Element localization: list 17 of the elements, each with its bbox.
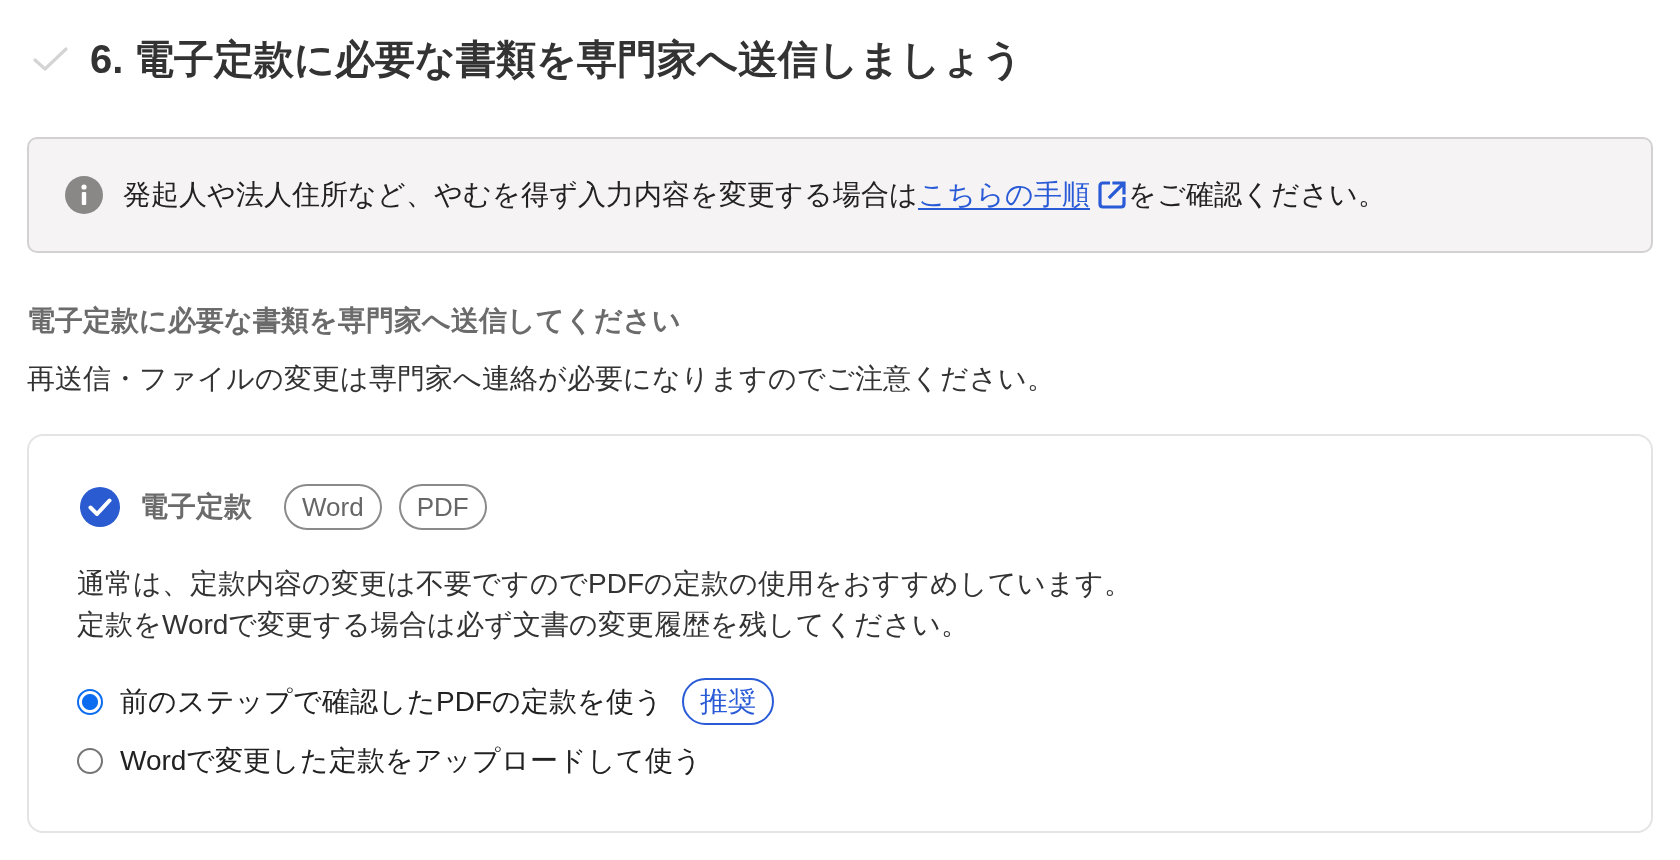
section-title: 電子定款に必要な書類を専門家へ送信してください <box>27 304 682 338</box>
option-label[interactable]: 前のステップで確認したPDFの定款を使う <box>120 681 663 722</box>
format-tag: PDF <box>398 484 487 530</box>
format-tag: Word <box>284 484 382 530</box>
card-description: 定款をWordで変更する場合は必ず文書の変更履歴を残してください。 <box>77 608 971 642</box>
section-description: 再送信・ファイルの変更は専門家へ連絡が必要になりますのでご注意ください。 <box>27 362 1056 396</box>
recommended-badge: 推奨 <box>682 678 774 725</box>
external-link-icon <box>1096 179 1128 211</box>
card-description: 通常は、定款内容の変更は不要ですのでPDFの定款の使用をおすすめしています。 <box>77 567 1133 601</box>
info-icon <box>65 176 103 214</box>
option-label[interactable]: Wordで変更した定款をアップロードして使う <box>120 741 703 781</box>
notice-text: 発起人や法人住所など、やむを得ず入力内容を変更する場合は こちらの手順 をご確認ください。 <box>123 175 1386 215</box>
radio-button[interactable] <box>77 748 103 774</box>
step-title: 6. 電子定款に必要な書類を専門家へ送信しましょう <box>90 36 1024 83</box>
radio-button[interactable] <box>77 688 103 715</box>
card-title: 電子定款 <box>140 490 252 524</box>
procedure-link[interactable]: こちらの手順 <box>918 175 1128 215</box>
